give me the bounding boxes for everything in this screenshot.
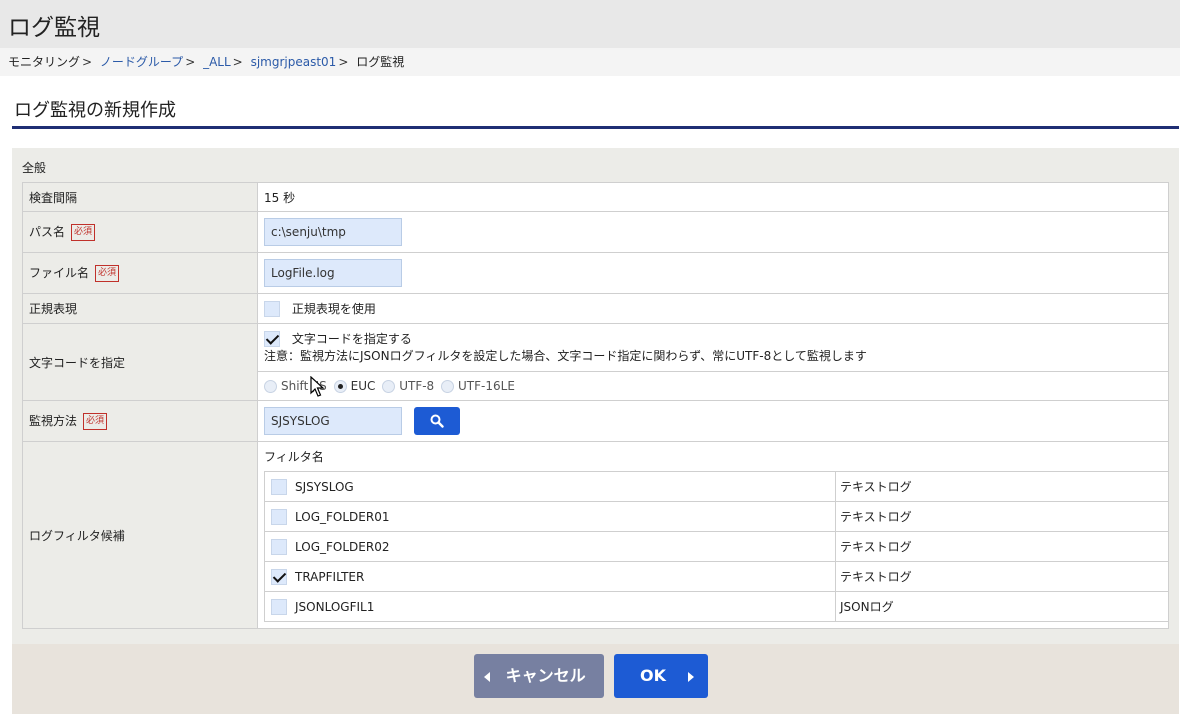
table-row: JSONLOGFIL1 JSONログ	[264, 591, 1169, 622]
filter-name: TRAPFILTER	[295, 569, 365, 584]
filter-kind: テキストログ	[835, 561, 1169, 592]
filter-kind: テキストログ	[835, 501, 1169, 532]
filter-checkbox[interactable]	[271, 568, 287, 585]
file-label: ファイル名	[29, 266, 90, 280]
interval-label: 検査間隔	[22, 182, 258, 212]
group-label: 全般	[22, 161, 47, 175]
path-label: パス名	[29, 225, 66, 239]
radio-label: EUC	[350, 379, 376, 394]
search-icon	[430, 414, 444, 428]
ok-button-label: OK	[640, 666, 666, 685]
required-badge: 必須	[95, 265, 120, 282]
regex-checkbox[interactable]	[264, 300, 280, 317]
breadcrumb-separator: >	[82, 55, 93, 69]
charcode-checkbox-label: 文字コードを指定する	[291, 331, 412, 346]
interval-value: 15 秒	[257, 182, 1169, 212]
section-heading: ログ監視の新規作成	[12, 94, 1179, 129]
file-label-cell: ファイル名 必須	[22, 252, 258, 294]
section-title: ログ監視の新規作成	[14, 100, 176, 121]
page-header: ログ監視	[0, 0, 1180, 48]
table-row: LOG_FOLDER02 テキストログ	[264, 531, 1169, 562]
required-badge: 必須	[83, 413, 108, 430]
path-input[interactable]: c:\senju\tmp	[264, 218, 402, 246]
radio-utf8[interactable]	[382, 379, 396, 393]
radio-label: UTF-16LE	[458, 379, 515, 394]
charcode-note: 注意：監視方法にJSONログフィルタを設定した場合、文字コード指定に関わらず、常…	[264, 348, 867, 363]
charcode-label: 文字コードを指定	[22, 323, 258, 401]
breadcrumb-item-current: ログ監視	[356, 55, 405, 69]
path-label-cell: パス名 必須	[22, 211, 258, 253]
page-title: ログ監視	[8, 15, 100, 41]
filters-table: SJSYSLOG テキストログ LOG_FOLDER01 テキストログ LOG_…	[264, 471, 1169, 622]
radio-utf16le[interactable]	[441, 379, 455, 393]
breadcrumb-link-all[interactable]: _ALL	[203, 55, 231, 69]
filter-kind: JSONログ	[835, 591, 1169, 622]
breadcrumb-separator: >	[232, 55, 243, 69]
filter-kind: テキストログ	[835, 531, 1169, 562]
mouse-cursor-icon	[310, 376, 324, 397]
table-row: TRAPFILTER テキストログ	[264, 561, 1169, 592]
table-row: SJSYSLOG テキストログ	[264, 471, 1169, 502]
method-label-cell: 監視方法 必須	[22, 400, 258, 442]
regex-label: 正規表現	[22, 293, 258, 324]
charcode-checkbox[interactable]	[264, 331, 280, 347]
filter-name: JSONLOGFIL1	[295, 599, 375, 614]
action-bar: キャンセル OK	[12, 644, 1179, 714]
settings-form: 検査間隔 15 秒 パス名 必須 c:\senju\tmp ファイル名 必須 Log…	[22, 182, 1169, 629]
method-input[interactable]: SJSYSLOG	[264, 407, 402, 435]
breadcrumb-link-nodegroup[interactable]: ノードグループ	[100, 55, 183, 69]
ok-button[interactable]: OK	[614, 654, 708, 698]
filters-header: フィルタ名	[264, 450, 324, 464]
charcode-options: Shift JIS EUC UTF-8 UTF-16LE	[257, 371, 1169, 401]
breadcrumb-separator: >	[185, 55, 196, 69]
required-badge: 必須	[71, 224, 96, 241]
cancel-button-label: キャンセル	[505, 666, 586, 685]
method-label: 監視方法	[29, 414, 78, 428]
radio-euc[interactable]	[333, 379, 347, 393]
breadcrumb-separator: >	[338, 55, 349, 69]
regex-checkbox-label: 正規表現を使用	[291, 302, 376, 316]
radio-shift-jis[interactable]	[264, 379, 277, 393]
filter-checkbox[interactable]	[271, 508, 287, 525]
filter-checkbox[interactable]	[271, 478, 287, 495]
breadcrumb: モニタリング > ノードグループ > _ALL > sjmgrjpeast01 > ログ…	[0, 48, 1180, 76]
filters-label: ログフィルタ候補	[22, 441, 258, 629]
filter-kind: テキストログ	[835, 471, 1169, 502]
table-row: LOG_FOLDER01 テキストログ	[264, 501, 1169, 532]
filter-name: LOG_FOLDER01	[295, 509, 390, 524]
cancel-button[interactable]: キャンセル	[474, 654, 604, 698]
chevron-right-icon	[687, 671, 694, 682]
chevron-left-icon	[484, 671, 490, 682]
breadcrumb-item-monitoring: モニタリング	[8, 55, 81, 69]
method-search-button[interactable]	[414, 407, 460, 435]
filter-checkbox[interactable]	[271, 538, 287, 555]
filter-name: LOG_FOLDER02	[295, 539, 390, 554]
filter-name: SJSYSLOG	[295, 479, 354, 494]
radio-label: UTF-8	[399, 379, 435, 394]
filter-checkbox[interactable]	[271, 598, 287, 615]
file-input[interactable]: LogFile.log	[264, 259, 402, 287]
breadcrumb-link-node[interactable]: sjmgrjpeast01	[251, 55, 337, 69]
